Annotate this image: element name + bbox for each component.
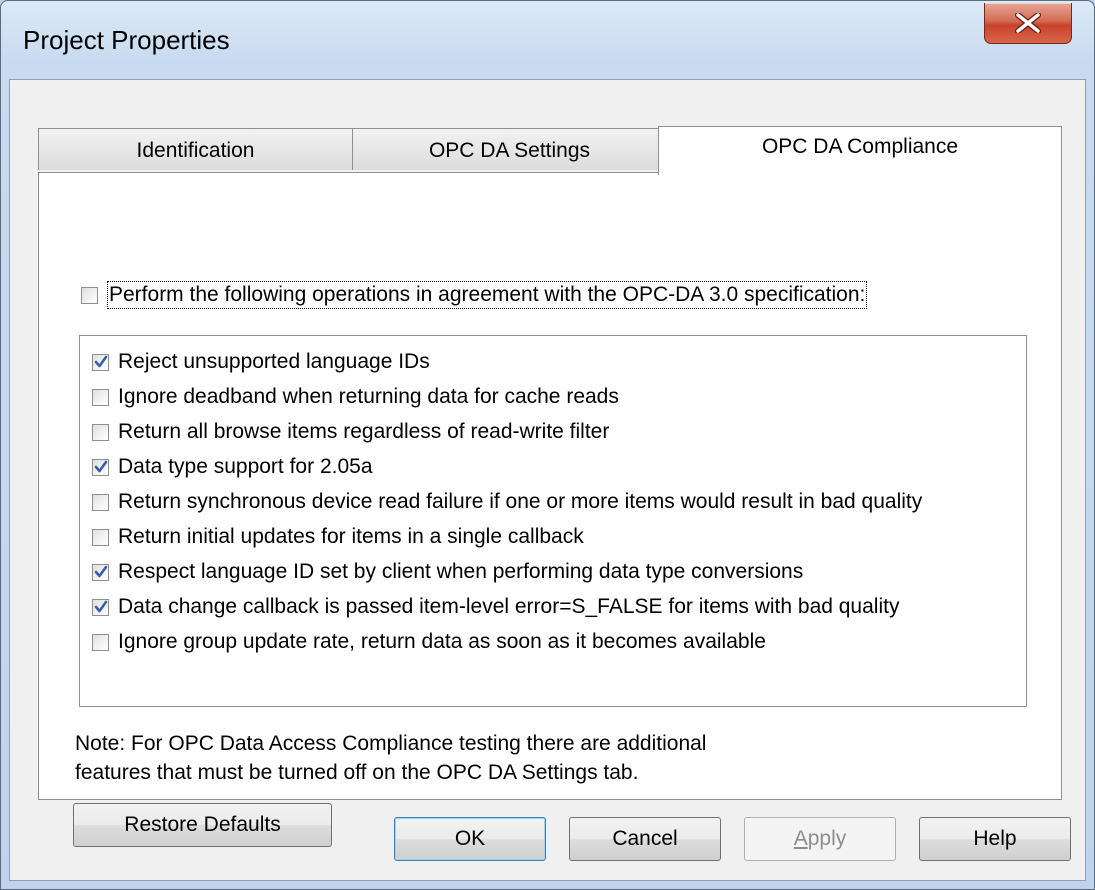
option-checkbox[interactable] [92, 459, 109, 476]
option-checkbox[interactable] [92, 564, 109, 581]
option-label[interactable]: Data change callback is passed item-leve… [118, 595, 899, 619]
option-checkbox[interactable] [92, 389, 109, 406]
tab-opc-da-settings[interactable]: OPC DA Settings [352, 128, 667, 170]
cancel-button[interactable]: Cancel [569, 817, 721, 861]
tab-label: Identification [136, 139, 255, 162]
compliance-note: Note: For OPC Data Access Compliance tes… [75, 729, 706, 787]
compliance-master-label[interactable]: Perform the following operations in agre… [106, 281, 868, 309]
checkmark-icon [94, 355, 108, 368]
tab-identification[interactable]: Identification [38, 128, 353, 170]
option-label[interactable]: Reject unsupported language IDs [118, 350, 430, 374]
compliance-master-checkbox[interactable] [81, 287, 98, 304]
checkmark-icon [94, 565, 108, 578]
option-label[interactable]: Ignore deadband when returning data for … [118, 385, 619, 409]
option-label[interactable]: Data type support for 2.05a [118, 455, 373, 479]
dialog-body: Identification OPC DA Settings OPC DA Co… [9, 79, 1086, 881]
restore-defaults-button[interactable]: Restore Defaults [73, 803, 332, 847]
tab-label: OPC DA Compliance [761, 135, 959, 158]
close-button[interactable] [984, 3, 1072, 44]
ok-button[interactable]: OK [394, 817, 546, 861]
apply-button[interactable]: Apply [744, 817, 896, 861]
note-line-1: Note: For OPC Data Access Compliance tes… [75, 732, 707, 755]
help-button[interactable]: Help [919, 817, 1071, 861]
option-label[interactable]: Return initial updates for items in a si… [118, 525, 584, 549]
checkmark-icon [94, 460, 108, 473]
tab-opc-da-compliance[interactable]: OPC DA Compliance [658, 126, 1062, 175]
ok-label: OK [454, 827, 486, 850]
compliance-options-list[interactable]: Reject unsupported language IDs Ignore de… [79, 335, 1027, 707]
option-checkbox[interactable] [92, 354, 109, 371]
note-line-2: features that must be turned off on the … [75, 761, 639, 784]
tab-panel-compliance: Perform the following operations in agre… [38, 172, 1062, 847]
option-checkbox[interactable] [92, 494, 109, 511]
cancel-label: Cancel [612, 827, 678, 850]
option-label[interactable]: Return synchronous device read failure i… [118, 490, 922, 514]
apply-mnemonic: A [793, 827, 808, 850]
help-label: Help [973, 827, 1017, 850]
option-checkbox[interactable] [92, 424, 109, 441]
option-checkbox[interactable] [92, 529, 109, 546]
option-label[interactable]: Return all browse items regardless of re… [118, 420, 609, 444]
checkmark-icon [94, 600, 108, 613]
tab-label: OPC DA Settings [428, 139, 591, 162]
apply-label: pply [807, 827, 847, 850]
option-checkbox[interactable] [92, 599, 109, 616]
restore-defaults-label: Restore Defaults [124, 813, 281, 836]
window-title: Project Properties [23, 25, 230, 55]
option-label[interactable]: Ignore group update rate, return data as… [118, 630, 766, 654]
title-bar: Project Properties [1, 1, 1094, 79]
option-label[interactable]: Respect language ID set by client when p… [118, 560, 803, 584]
project-properties-dialog: Project Properties Identification OPC DA… [0, 0, 1095, 890]
close-icon [1015, 13, 1041, 33]
option-checkbox[interactable] [92, 634, 109, 651]
